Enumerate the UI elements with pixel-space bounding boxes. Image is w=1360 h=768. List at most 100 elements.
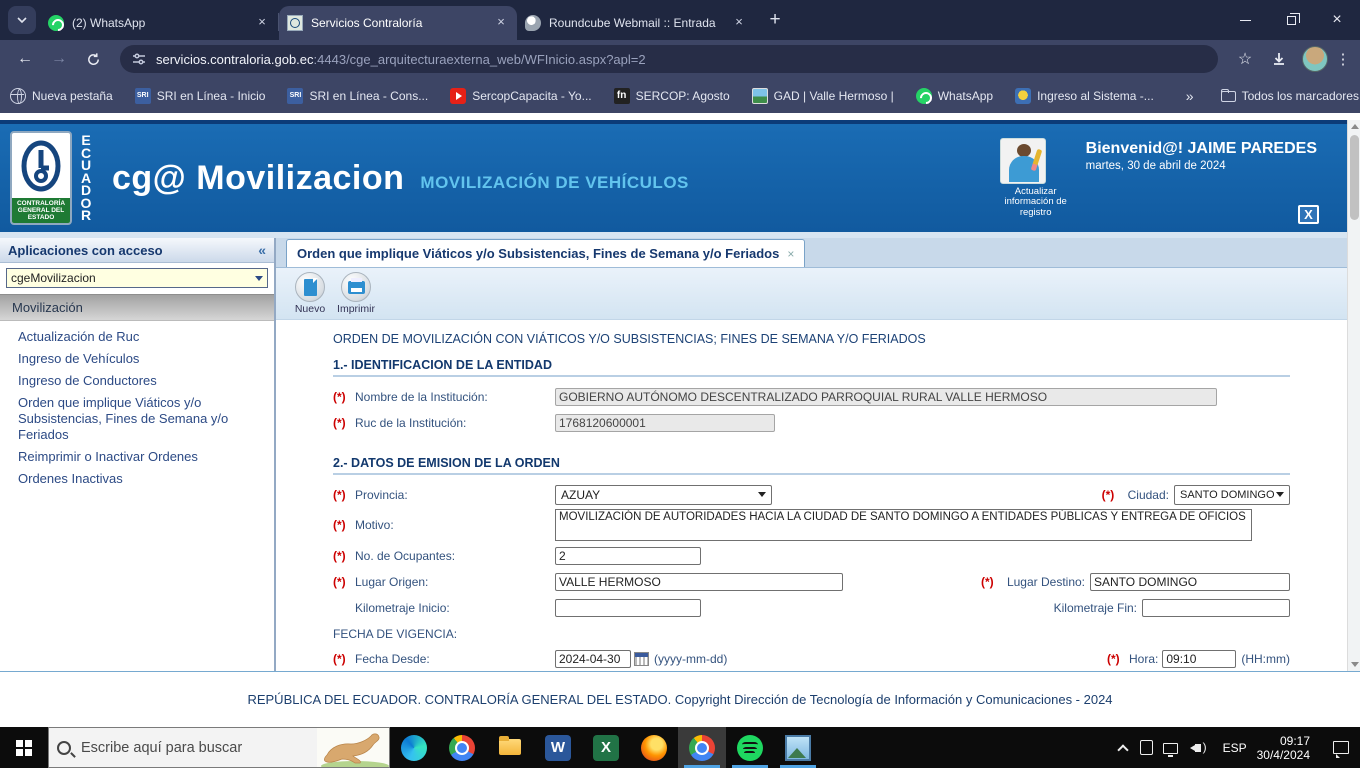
close-window-button[interactable]: ×: [1314, 0, 1360, 40]
minimize-button[interactable]: [1222, 0, 1268, 40]
taskbar-excel[interactable]: X: [582, 727, 630, 768]
firefox-icon: [641, 735, 667, 761]
language-indicator[interactable]: ESP: [1213, 741, 1257, 755]
bookmark-ingreso-sistema[interactable]: Ingreso al Sistema -...: [1015, 88, 1154, 104]
downloads-button[interactable]: [1265, 45, 1293, 73]
file-explorer-icon: [497, 735, 523, 761]
sidebar-group-movilizacion[interactable]: Movilización: [0, 294, 274, 321]
tray-volume-button[interactable]: [1183, 744, 1213, 752]
restore-button[interactable]: [1268, 0, 1314, 40]
km-fin-group: Kilometraje Fin:: [1054, 599, 1290, 617]
lugar-destino-label: Lugar Destino:: [1007, 575, 1085, 589]
bookmark-nueva-pestana[interactable]: Nueva pestaña: [10, 88, 113, 104]
bookmark-star-button[interactable]: ☆: [1231, 45, 1259, 73]
order-form: ORDEN DE MOVILIZACIÓN CON VIÁTICOS Y/O S…: [276, 320, 1360, 671]
bookmark-sercop-agosto[interactable]: fnSERCOP: Agosto: [614, 88, 730, 104]
sidebar-collapse-icon[interactable]: «: [258, 242, 266, 258]
km-fin-field[interactable]: [1142, 599, 1290, 617]
taskbar-chrome[interactable]: [438, 727, 486, 768]
print-button[interactable]: Imprimir: [334, 272, 378, 315]
bookmark-sercopcapacita[interactable]: SercopCapacita - Yo...: [450, 88, 591, 104]
scroll-up-arrow[interactable]: [1348, 120, 1360, 133]
motivo-field[interactable]: MOVILIZACIÓN DE AUTORIDADES HACIA LA CIU…: [555, 509, 1252, 541]
back-button[interactable]: ←: [11, 45, 39, 73]
bookmark-label: SRI en Línea - Inicio: [157, 89, 266, 103]
app-title: cg@ Movilizacion: [112, 159, 404, 198]
site-info-icon[interactable]: [132, 52, 146, 66]
taskbar-spotify[interactable]: [726, 727, 774, 768]
lugar-destino-field[interactable]: [1090, 573, 1290, 591]
ocupantes-field[interactable]: [555, 547, 701, 565]
taskbar-chrome-active[interactable]: [678, 727, 726, 768]
lugar-destino-group: (*) Lugar Destino:: [981, 573, 1290, 591]
start-button[interactable]: [0, 727, 48, 768]
sidebar-item-orden-viaticos[interactable]: Orden que implique Viáticos y/o Subsiste…: [18, 395, 268, 443]
address-bar[interactable]: servicios.contraloria.gob.ec:4443/cge_ar…: [120, 45, 1218, 73]
taskbar-word[interactable]: W: [534, 727, 582, 768]
scroll-down-arrow[interactable]: [1348, 658, 1360, 671]
application-select[interactable]: cgeMovilizacion: [6, 268, 268, 288]
bookmark-label: SercopCapacita - Yo...: [472, 89, 591, 103]
reload-button[interactable]: [79, 45, 107, 73]
sidebar-item-ingreso-conductores[interactable]: Ingreso de Conductores: [18, 373, 268, 389]
header-user-area: Actualizar información de registro Bienv…: [1000, 138, 1317, 219]
document-tab-close-icon[interactable]: ×: [787, 247, 794, 261]
taskbar-firefox[interactable]: [630, 727, 678, 768]
fecha-desde-field[interactable]: [555, 650, 631, 668]
scrollbar-thumb[interactable]: [1350, 135, 1359, 220]
taskbar-clock[interactable]: 09:17 30/4/2024: [1257, 734, 1322, 762]
bookmark-whatsapp[interactable]: WhatsApp: [916, 88, 993, 104]
taskbar-edge[interactable]: [390, 727, 438, 768]
bookmark-sri-inicio[interactable]: SRI SRI en Línea - Inicio: [135, 88, 266, 104]
bookmark-gad-valle-hermoso[interactable]: GAD | Valle Hermoso |: [752, 88, 894, 104]
update-registration-link[interactable]: Actualizar información de registro: [1000, 187, 1072, 219]
profile-avatar[interactable]: [1302, 46, 1328, 72]
bookmark-sri-consultas[interactable]: SRISRI en Línea - Cons...: [287, 88, 428, 104]
notification-icon: [1333, 741, 1349, 754]
form-title: ORDEN DE MOVILIZACIÓN CON VIÁTICOS Y/O S…: [333, 332, 1290, 346]
download-icon: [1271, 51, 1287, 67]
notification-center-button[interactable]: [1322, 741, 1360, 754]
km-inicio-field[interactable]: [555, 599, 701, 617]
tab-close-icon[interactable]: ×: [731, 15, 747, 31]
calendar-icon[interactable]: [634, 652, 649, 666]
cge-monogram-icon: [12, 133, 70, 198]
tab-roundcube[interactable]: Roundcube Webmail :: Entrada ×: [517, 6, 755, 40]
ciudad-select[interactable]: SANTO DOMINGO: [1174, 485, 1290, 505]
logout-close-button[interactable]: X: [1298, 205, 1319, 224]
tab-search-button[interactable]: [8, 6, 36, 34]
app-select-wrap: cgeMovilizacion: [0, 263, 274, 294]
new-button[interactable]: Nuevo: [288, 272, 332, 315]
lugar-origen-field[interactable]: [555, 573, 843, 591]
tab-whatsapp[interactable]: (2) WhatsApp ×: [40, 6, 278, 40]
tab-servicios-contraloria[interactable]: Servicios Contraloría ×: [279, 6, 517, 40]
sri-icon: SRI: [135, 88, 151, 104]
taskbar-photos[interactable]: [774, 727, 822, 768]
bookmarks-bar: Nueva pestaña SRI SRI en Línea - Inicio S…: [0, 78, 1360, 113]
user-avatar[interactable]: [1000, 138, 1046, 184]
taskbar-file-explorer[interactable]: [486, 727, 534, 768]
fecha-desde-label: Fecha Desde:: [355, 652, 555, 666]
all-bookmarks-button[interactable]: Todos los marcadores: [1220, 88, 1359, 104]
gad-icon: [752, 88, 768, 104]
bookmarks-overflow-button[interactable]: »: [1176, 88, 1204, 104]
tab-close-icon[interactable]: ×: [493, 15, 509, 31]
forward-button[interactable]: →: [45, 45, 73, 73]
taskbar-search[interactable]: Escribe aquí para buscar: [48, 727, 390, 768]
document-tab[interactable]: Orden que implique Viáticos y/o Subsiste…: [286, 239, 805, 267]
tab-close-icon[interactable]: ×: [254, 15, 270, 31]
section2-header: 2.- DATOS DE EMISION DE LA ORDEN: [333, 456, 1290, 475]
provincia-select[interactable]: AZUAY: [555, 485, 772, 505]
sidebar-item-ordenes-inactivas[interactable]: Ordenes Inactivas: [18, 471, 268, 487]
sidebar-item-ingreso-vehiculos[interactable]: Ingreso de Vehículos: [18, 351, 268, 367]
tray-network-button[interactable]: [1159, 742, 1183, 753]
page-scrollbar[interactable]: [1347, 120, 1360, 671]
browser-menu-button[interactable]: ⋮: [1334, 50, 1352, 68]
bookmark-label: SRI en Línea - Cons...: [309, 89, 428, 103]
hora-desde-field[interactable]: [1162, 650, 1236, 668]
new-tab-button[interactable]: +: [761, 7, 789, 35]
tray-expand-button[interactable]: [1111, 742, 1135, 754]
sidebar-item-actualizacion-ruc[interactable]: Actualización de Ruc: [18, 329, 268, 345]
tray-device-button[interactable]: [1135, 740, 1159, 755]
sidebar-item-reimprimir-inactivar[interactable]: Reimprimir o Inactivar Ordenes: [18, 449, 268, 465]
